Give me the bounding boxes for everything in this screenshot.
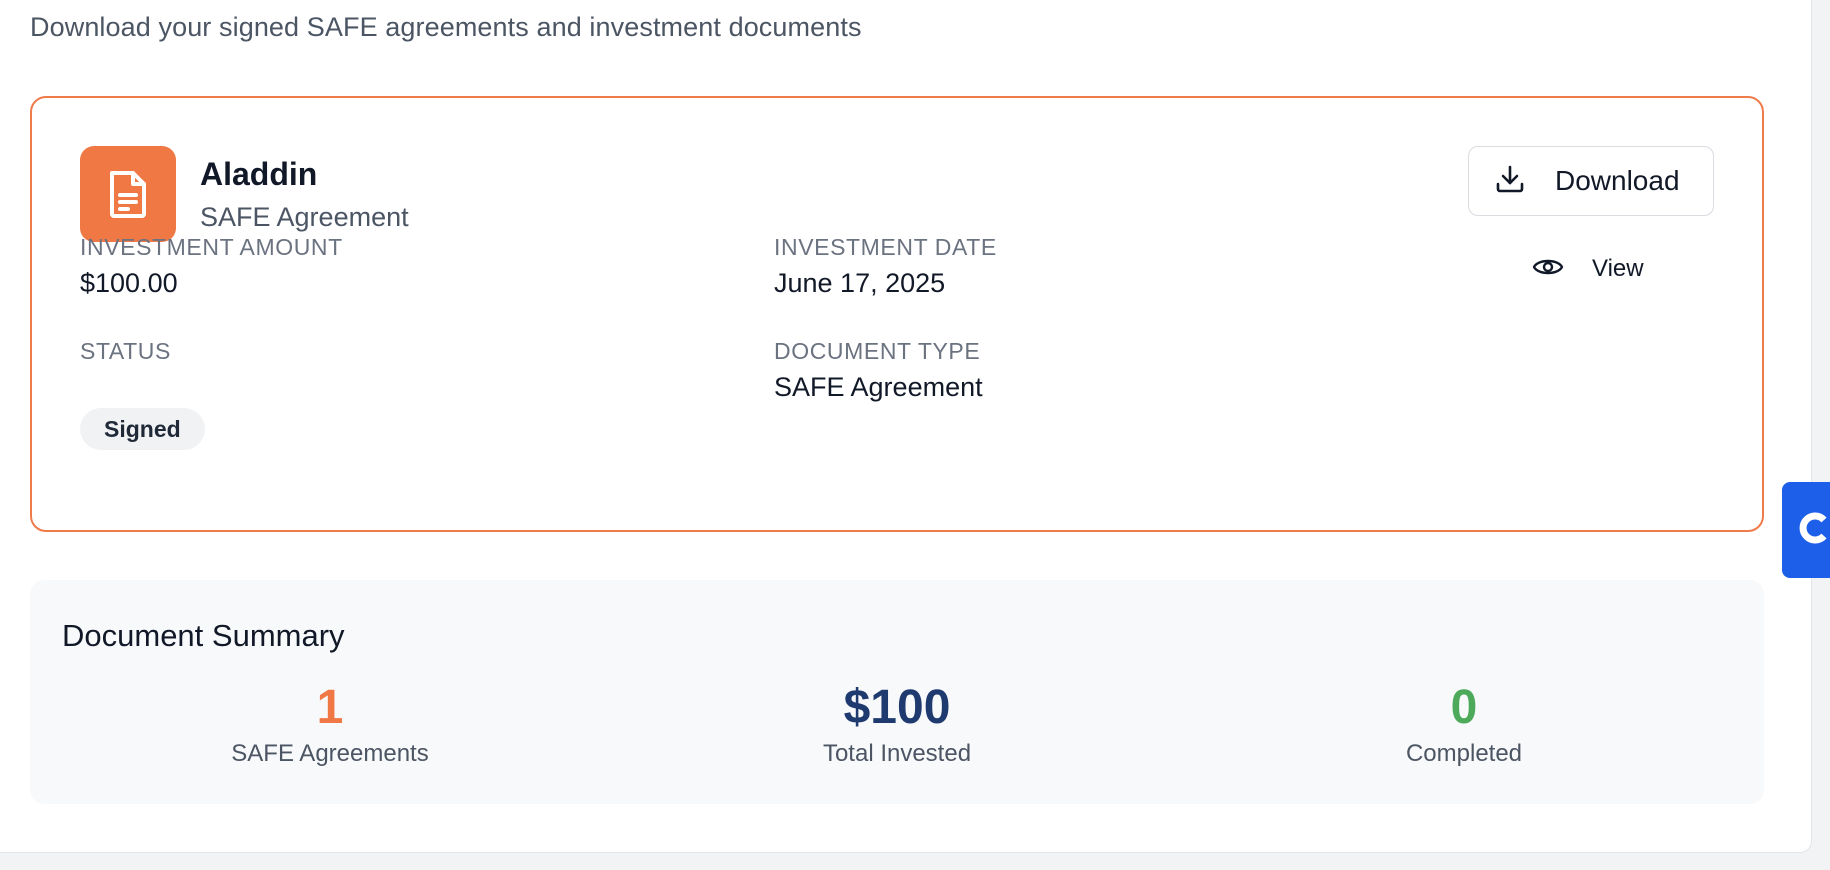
view-button[interactable]: View bbox=[1532, 246, 1644, 292]
stat-label: Completed bbox=[1405, 740, 1523, 767]
stat-value: 1 bbox=[316, 681, 344, 734]
stat-safe-agreements: 1 SAFE Agreements bbox=[130, 680, 530, 768]
summary-title: Document Summary bbox=[62, 618, 345, 653]
view-label: View bbox=[1592, 255, 1644, 282]
document-card: Aladdin SAFE Agreement INVESTMENT AMOUNT… bbox=[30, 96, 1764, 532]
download-button[interactable]: Download bbox=[1468, 146, 1714, 216]
stat-label: SAFE Agreements bbox=[231, 740, 429, 767]
download-label: Download bbox=[1555, 165, 1680, 196]
eye-icon bbox=[1532, 255, 1564, 284]
investment-date-value: June 17, 2025 bbox=[774, 268, 946, 298]
document-summary: Document Summary 1 SAFE Agreements $100 … bbox=[30, 580, 1764, 804]
stat-value: $100 bbox=[843, 681, 951, 734]
status-label: STATUS bbox=[80, 338, 171, 364]
document-type-value: SAFE Agreement bbox=[774, 372, 983, 402]
chat-widget-button[interactable] bbox=[1782, 482, 1830, 578]
document-type-label: DOCUMENT TYPE bbox=[774, 338, 981, 364]
download-icon bbox=[1495, 164, 1525, 199]
page-subtitle: Download your signed SAFE agreements and… bbox=[30, 12, 862, 42]
status-badge: Signed bbox=[80, 408, 205, 450]
stat-label: Total Invested bbox=[822, 740, 972, 767]
investment-amount-value: $100.00 bbox=[80, 268, 178, 298]
chat-icon bbox=[1796, 511, 1830, 550]
document-icon bbox=[80, 146, 176, 242]
investment-date-label: INVESTMENT DATE bbox=[774, 234, 997, 260]
investment-amount-label: INVESTMENT AMOUNT bbox=[80, 234, 343, 260]
document-name: Aladdin bbox=[200, 156, 318, 192]
stat-value: 0 bbox=[1450, 681, 1478, 734]
stat-total-invested: $100 Total Invested bbox=[697, 680, 1097, 768]
stat-completed: 0 Completed bbox=[1264, 680, 1664, 768]
main-panel: Download your signed SAFE agreements and… bbox=[0, 0, 1812, 853]
document-type-subtitle: SAFE Agreement bbox=[200, 202, 409, 232]
